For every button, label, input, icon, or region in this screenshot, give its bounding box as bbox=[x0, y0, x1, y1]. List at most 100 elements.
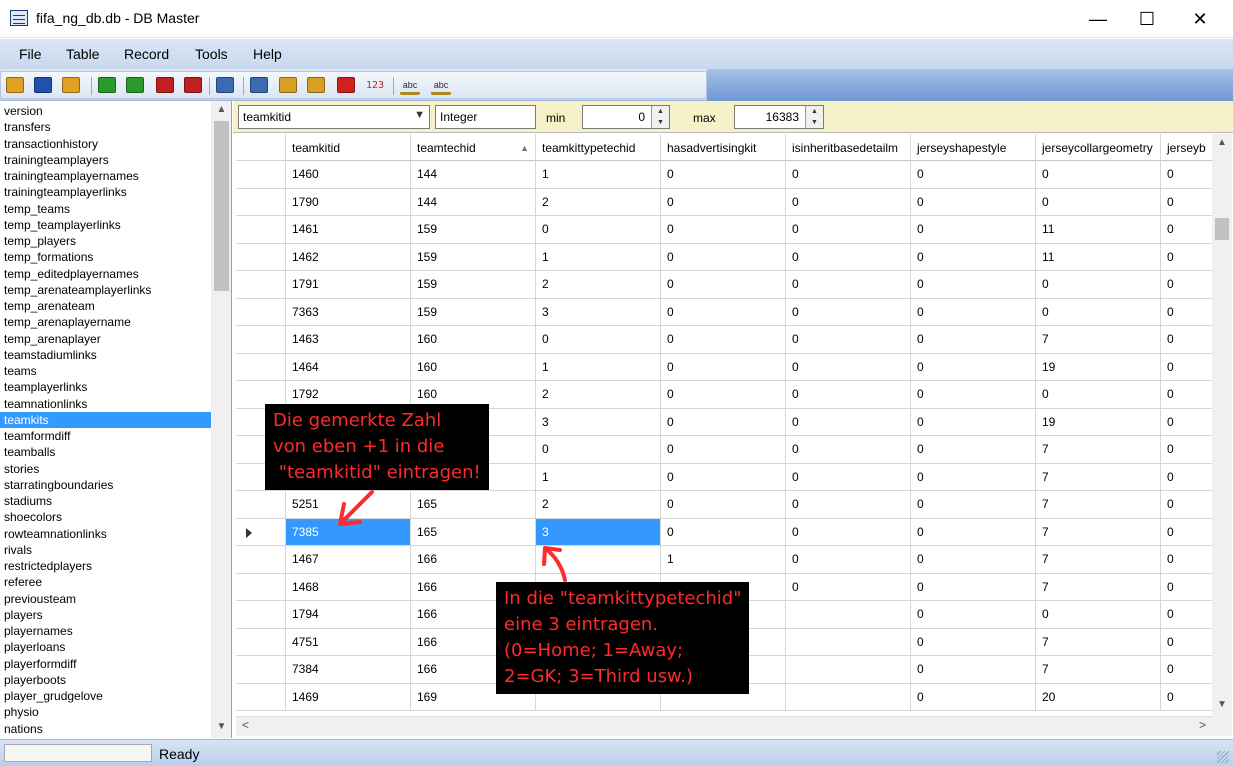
open-icon[interactable] bbox=[6, 77, 24, 93]
grid-cell[interactable]: 0 bbox=[911, 546, 1036, 574]
grid-cell[interactable]: 7 bbox=[1036, 628, 1161, 656]
table-list-item[interactable]: version bbox=[0, 103, 211, 119]
grid-cell[interactable]: 0 bbox=[1161, 519, 1212, 546]
grid-cell[interactable]: 2 bbox=[536, 381, 661, 409]
grid-cell[interactable]: 0 bbox=[1161, 684, 1212, 711]
grid-cell[interactable] bbox=[786, 683, 911, 711]
table-list-item[interactable]: previousteam bbox=[0, 591, 211, 607]
table-list-item[interactable]: temp_arenateamplayerlinks bbox=[0, 282, 211, 298]
table-list-item[interactable]: rivals bbox=[0, 542, 211, 558]
spin-down-icon[interactable]: ▼ bbox=[806, 117, 823, 128]
spin-up-icon[interactable]: ▲ bbox=[806, 106, 823, 117]
grid-cell[interactable]: 7 bbox=[1036, 656, 1161, 684]
spinner-buttons[interactable]: ▲ ▼ bbox=[651, 106, 669, 128]
grid-cell[interactable]: 0 bbox=[536, 326, 661, 354]
grid-cell[interactable]: 3 bbox=[536, 518, 661, 546]
grid-cell[interactable]: 0 bbox=[911, 628, 1036, 656]
table-list-item[interactable]: temp_arenaplayername bbox=[0, 314, 211, 330]
row-header[interactable] bbox=[236, 491, 286, 519]
grid-cell[interactable]: 4751 bbox=[286, 628, 411, 656]
grid-cell[interactable]: 7 bbox=[1036, 573, 1161, 601]
grid-cell[interactable]: 2 bbox=[536, 491, 661, 519]
row-header[interactable] bbox=[236, 573, 286, 601]
grid-cell[interactable]: 1790 bbox=[286, 188, 411, 216]
table-list-item[interactable]: temp_formations bbox=[0, 249, 211, 265]
grid-cell[interactable]: 165 bbox=[411, 491, 536, 519]
grid-cell[interactable]: 0 bbox=[911, 518, 1036, 546]
scroll-down-icon[interactable]: ▼ bbox=[1212, 696, 1232, 714]
grid-cell[interactable]: 1 bbox=[536, 161, 661, 189]
spin-down-icon[interactable]: ▼ bbox=[652, 117, 669, 128]
table-list-item[interactable]: temp_teams bbox=[0, 201, 211, 217]
table-list-item[interactable]: physio bbox=[0, 704, 211, 720]
scroll-thumb[interactable] bbox=[214, 121, 229, 291]
grid-cell[interactable]: 0 bbox=[1036, 601, 1161, 629]
table-list-item[interactable]: temp_arenateam bbox=[0, 298, 211, 314]
grid-cell[interactable]: 0 bbox=[1161, 381, 1212, 409]
grid-cell[interactable]: 0 bbox=[786, 381, 911, 409]
grid-cell[interactable]: 0 bbox=[1161, 491, 1212, 519]
scroll-up-icon[interactable]: ▲ bbox=[1212, 134, 1232, 152]
grid-cell[interactable]: 0 bbox=[661, 518, 786, 546]
grid-cell[interactable]: 165 bbox=[411, 518, 536, 546]
grid-cell[interactable]: 1 bbox=[536, 353, 661, 381]
column-header[interactable]: teamtechid ▲ bbox=[411, 134, 536, 161]
table-list-item[interactable]: temp_editedplayernames bbox=[0, 266, 211, 282]
scroll-right-icon[interactable]: > bbox=[1199, 718, 1206, 732]
grid-cell[interactable]: 0 bbox=[1161, 436, 1212, 464]
import-red-icon[interactable] bbox=[156, 77, 174, 93]
grid-cell[interactable]: 11 bbox=[1036, 216, 1161, 244]
grid-cell[interactable]: 2 bbox=[536, 188, 661, 216]
grid-cell[interactable]: 0 bbox=[661, 216, 786, 244]
chevron-down-icon[interactable]: ▼ bbox=[414, 109, 425, 121]
table-list-item[interactable]: playernames bbox=[0, 623, 211, 639]
grid-cell[interactable]: 7 bbox=[1036, 326, 1161, 354]
grid-cell[interactable]: 144 bbox=[411, 188, 536, 216]
grid-cell[interactable]: 7385 bbox=[286, 518, 411, 546]
grid-cell[interactable]: 0 bbox=[911, 656, 1036, 684]
column-header[interactable]: jerseycollargeometry bbox=[1036, 134, 1161, 161]
table-list-item[interactable]: shoecolors bbox=[0, 509, 211, 525]
table-list-item[interactable]: playerformdiff bbox=[0, 656, 211, 672]
column-header[interactable]: jerseyshapestyle bbox=[911, 134, 1036, 161]
delete-icon[interactable] bbox=[337, 77, 355, 93]
scroll-down-icon[interactable]: ▼ bbox=[211, 718, 231, 736]
grid-cell[interactable]: 1460 bbox=[286, 161, 411, 189]
close-button[interactable]: ✕ bbox=[1177, 0, 1223, 38]
paste-icon[interactable] bbox=[279, 77, 297, 93]
grid-cell[interactable]: 11 bbox=[1036, 243, 1161, 271]
table-list-item[interactable]: teamformdiff bbox=[0, 428, 211, 444]
grid-cell[interactable]: 144 bbox=[411, 161, 536, 189]
grid-cell[interactable]: 7 bbox=[1036, 491, 1161, 519]
scroll-up-icon[interactable]: ▲ bbox=[211, 101, 231, 119]
spin-up-icon[interactable]: ▲ bbox=[652, 106, 669, 117]
table-list-item[interactable]: rowteamnationlinks bbox=[0, 526, 211, 542]
table-list-item[interactable]: restrictedplayers bbox=[0, 558, 211, 574]
grid-cell[interactable]: 0 bbox=[1161, 244, 1212, 271]
grid-cell[interactable]: 0 bbox=[786, 408, 911, 436]
table-list-item[interactable]: stories bbox=[0, 461, 211, 477]
table-list-item[interactable]: teamballs bbox=[0, 444, 211, 460]
grid-cell[interactable]: 0 bbox=[661, 188, 786, 216]
grid-cell[interactable]: 0 bbox=[661, 271, 786, 299]
grid-cell[interactable]: 0 bbox=[661, 298, 786, 326]
grid-cell[interactable]: 0 bbox=[786, 216, 911, 244]
grid-cell[interactable]: 0 bbox=[786, 243, 911, 271]
menu-help[interactable]: Help bbox=[253, 46, 282, 62]
column-header[interactable]: jerseyb bbox=[1161, 134, 1212, 161]
grid-cell[interactable]: 0 bbox=[786, 463, 911, 491]
menu-table[interactable]: Table bbox=[66, 46, 99, 62]
table-list-item[interactable]: stadiums bbox=[0, 493, 211, 509]
grid-cell[interactable] bbox=[786, 656, 911, 684]
column-header[interactable]: hasadvertisingkit bbox=[661, 134, 786, 161]
grid-cell[interactable]: 0 bbox=[786, 161, 911, 189]
menu-record[interactable]: Record bbox=[124, 46, 169, 62]
table-list-item[interactable]: starratingboundaries bbox=[0, 477, 211, 493]
table-list-item[interactable]: temp_players bbox=[0, 233, 211, 249]
row-header[interactable] bbox=[236, 601, 286, 629]
grid-cell[interactable]: 160 bbox=[411, 353, 536, 381]
grid-cell[interactable]: 0 bbox=[786, 573, 911, 601]
copy-icon[interactable] bbox=[250, 77, 268, 93]
spellcheck-alt-icon[interactable]: abc bbox=[431, 77, 451, 95]
grid-cell[interactable]: 0 bbox=[661, 463, 786, 491]
